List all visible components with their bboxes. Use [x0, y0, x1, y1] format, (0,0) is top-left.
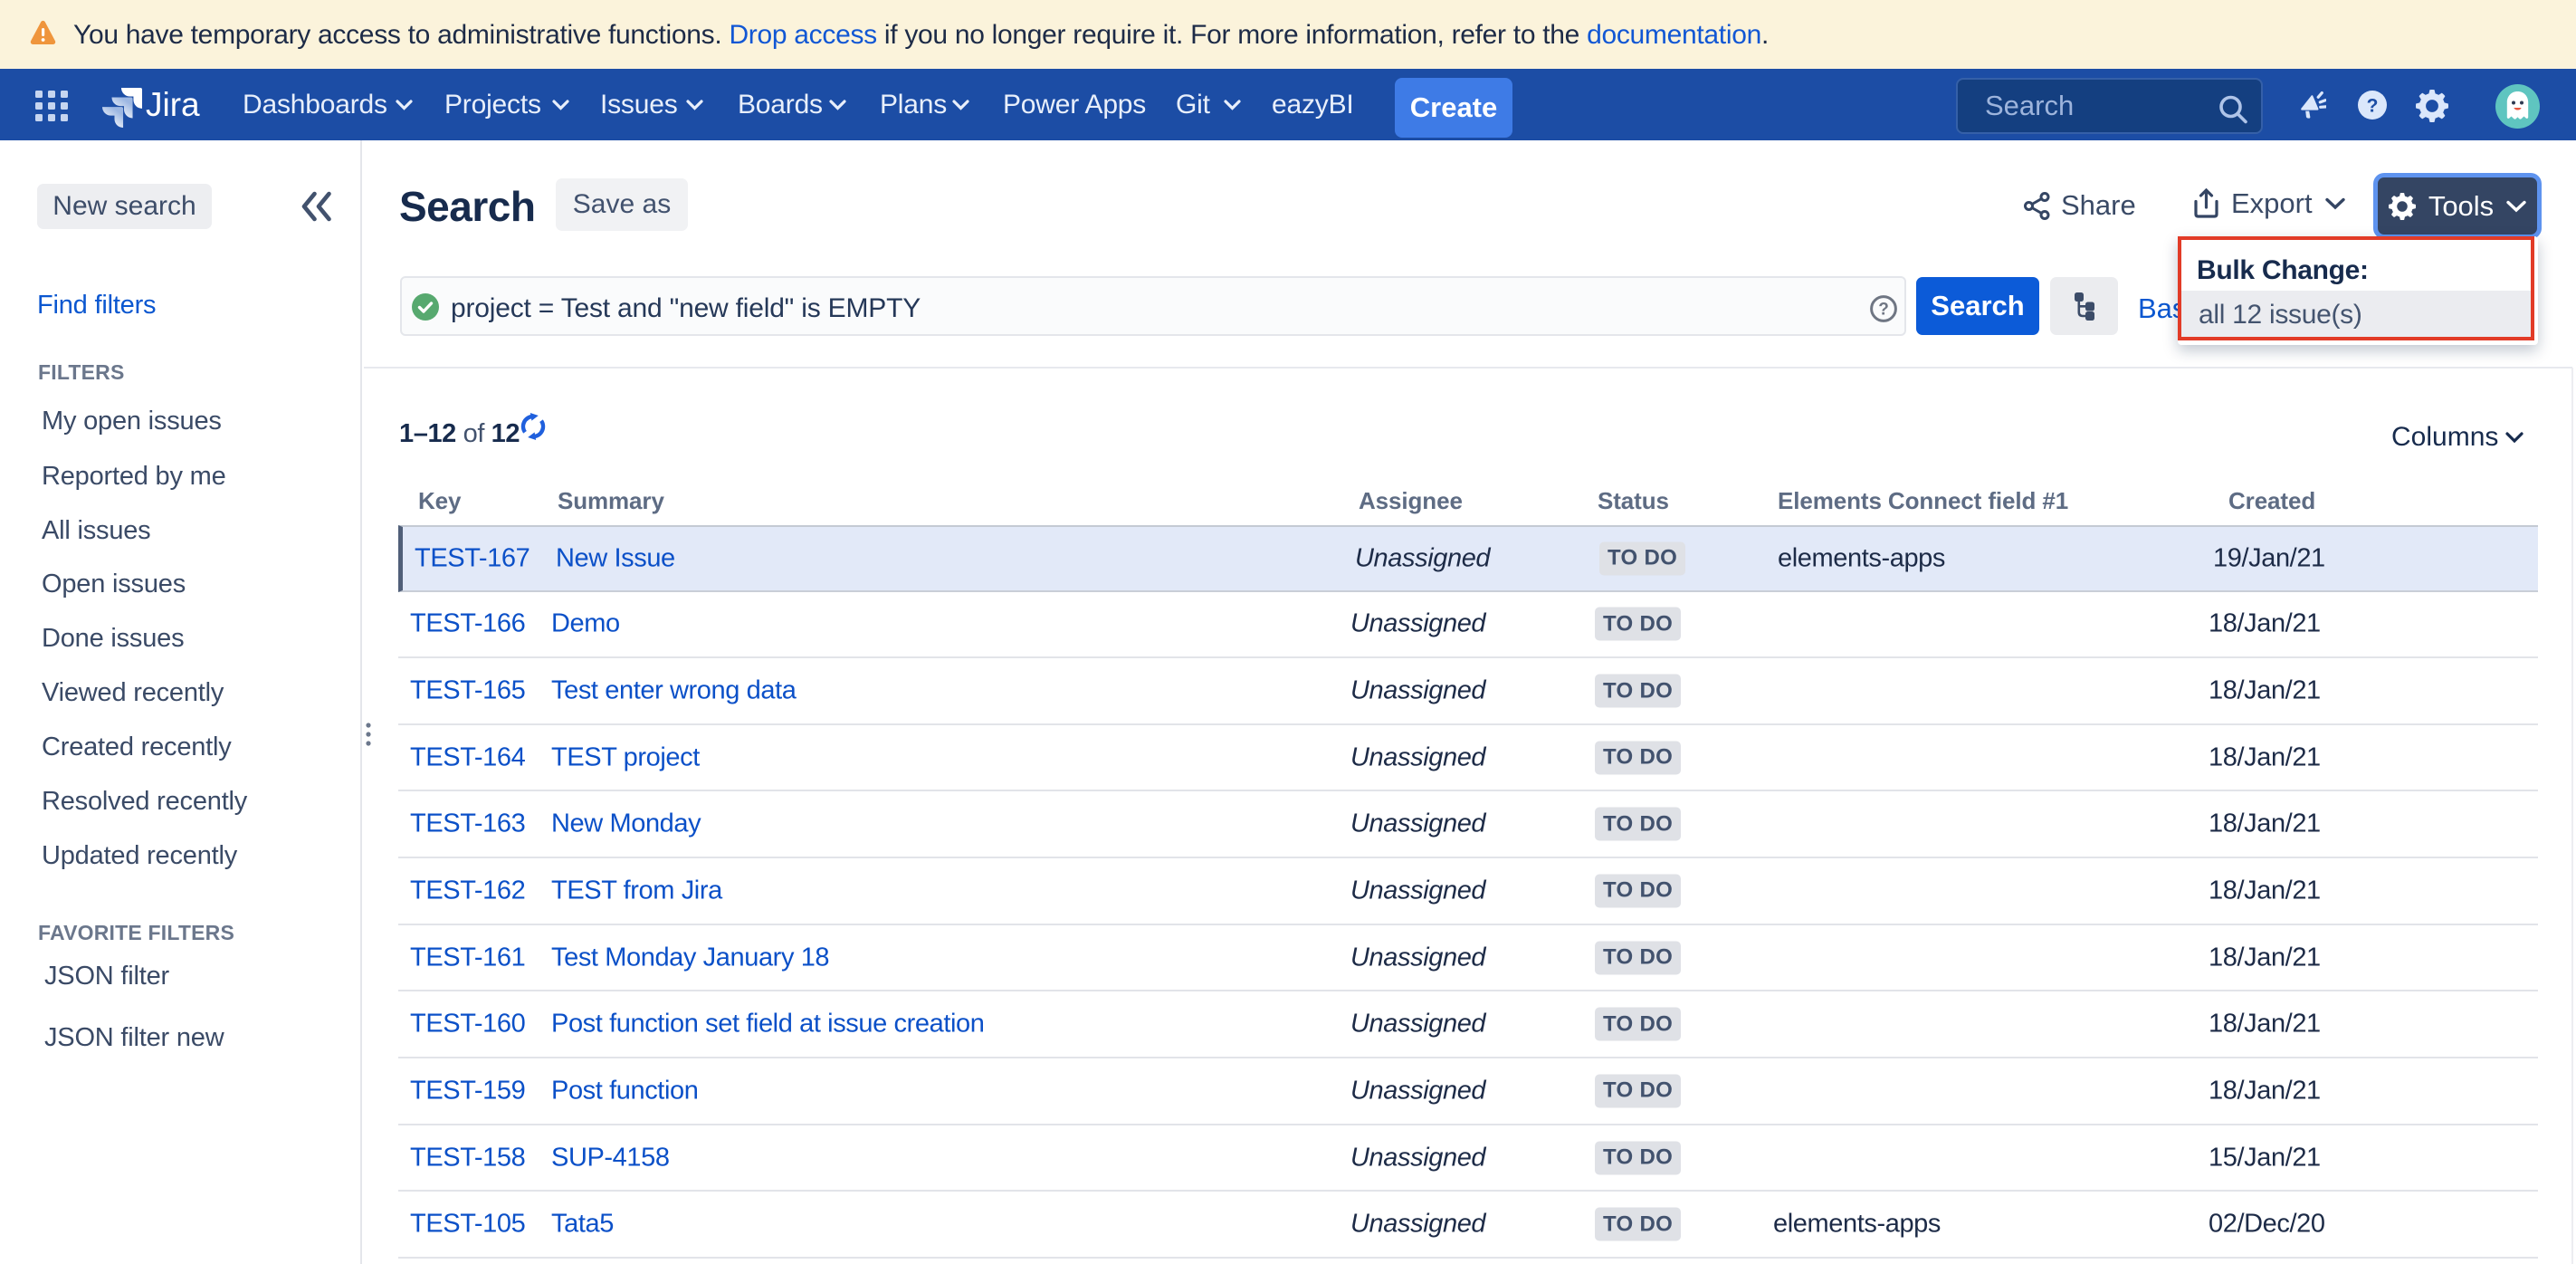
svg-text:?: ? [1878, 301, 1889, 320]
svg-text:?: ? [2367, 96, 2379, 117]
